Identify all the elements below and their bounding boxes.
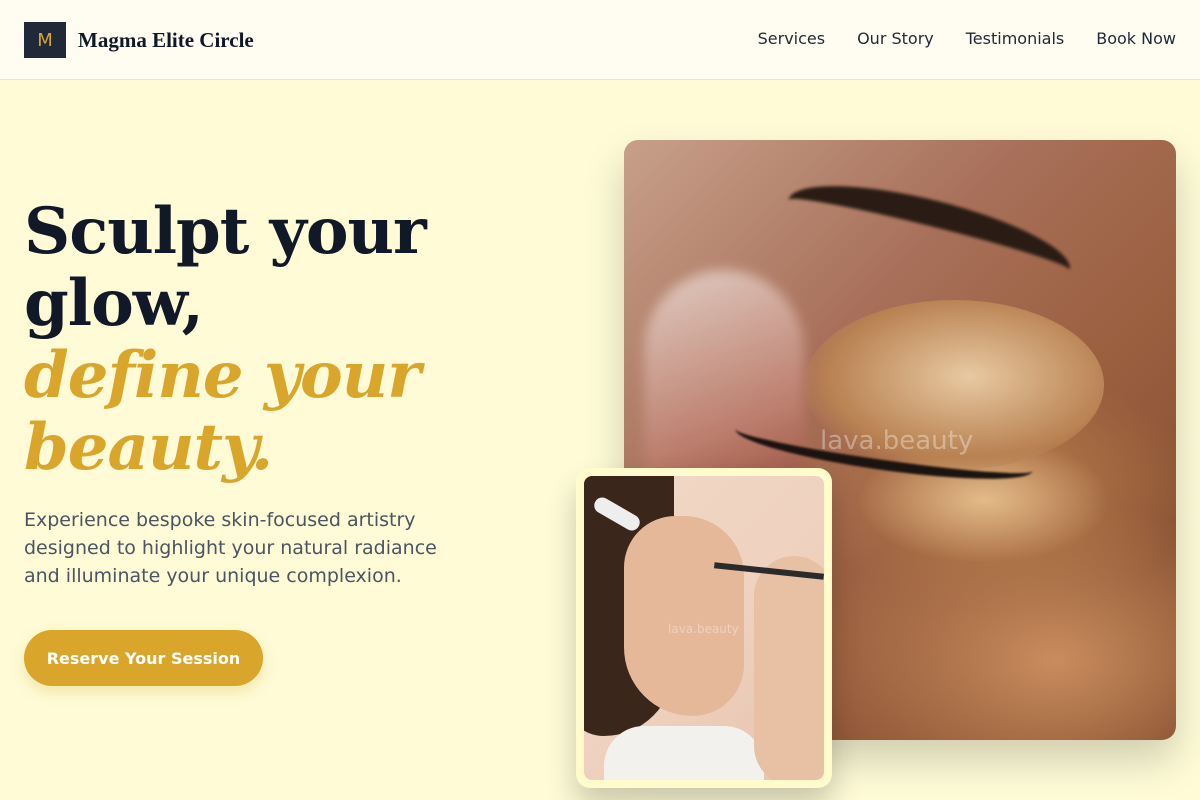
reserve-session-button[interactable]: Reserve Your Session [24,630,263,686]
main-nav: Services Our Story Testimonials Book Now [758,27,1176,51]
makeup-application-photo: lava.beauty [576,468,832,788]
hero-intro: Experience bespoke skin-focused artistry… [24,509,437,587]
shirt-shape [604,726,764,780]
nav-link-services[interactable]: Services [758,27,825,51]
hand-shape [754,556,824,780]
logo-mark[interactable]: M [24,22,66,58]
main-photo-watermark: lava.beauty [820,426,974,456]
brand-name[interactable]: Magma Elite Circle [78,26,254,54]
hero-headline: Sculpt your glow, define your beauty. [24,196,584,484]
inset-photo-image: lava.beauty [584,476,824,780]
headline-line-2: glow, [24,266,204,341]
headline-accent-line-1: define your [24,338,421,413]
nav-link-our-story[interactable]: Our Story [857,27,934,51]
site-header: M Magma Elite Circle Services Our Story … [0,0,1200,80]
nav-link-testimonials[interactable]: Testimonials [966,27,1065,51]
eyebrow-shape [779,165,1079,305]
nav-link-book-now[interactable]: Book Now [1096,27,1176,51]
headline-line-1: Sculpt your [24,194,427,269]
inset-photo-watermark: lava.beauty [668,622,739,636]
headline-accent-line-2: beauty. [24,410,273,485]
face-shape [624,516,744,716]
